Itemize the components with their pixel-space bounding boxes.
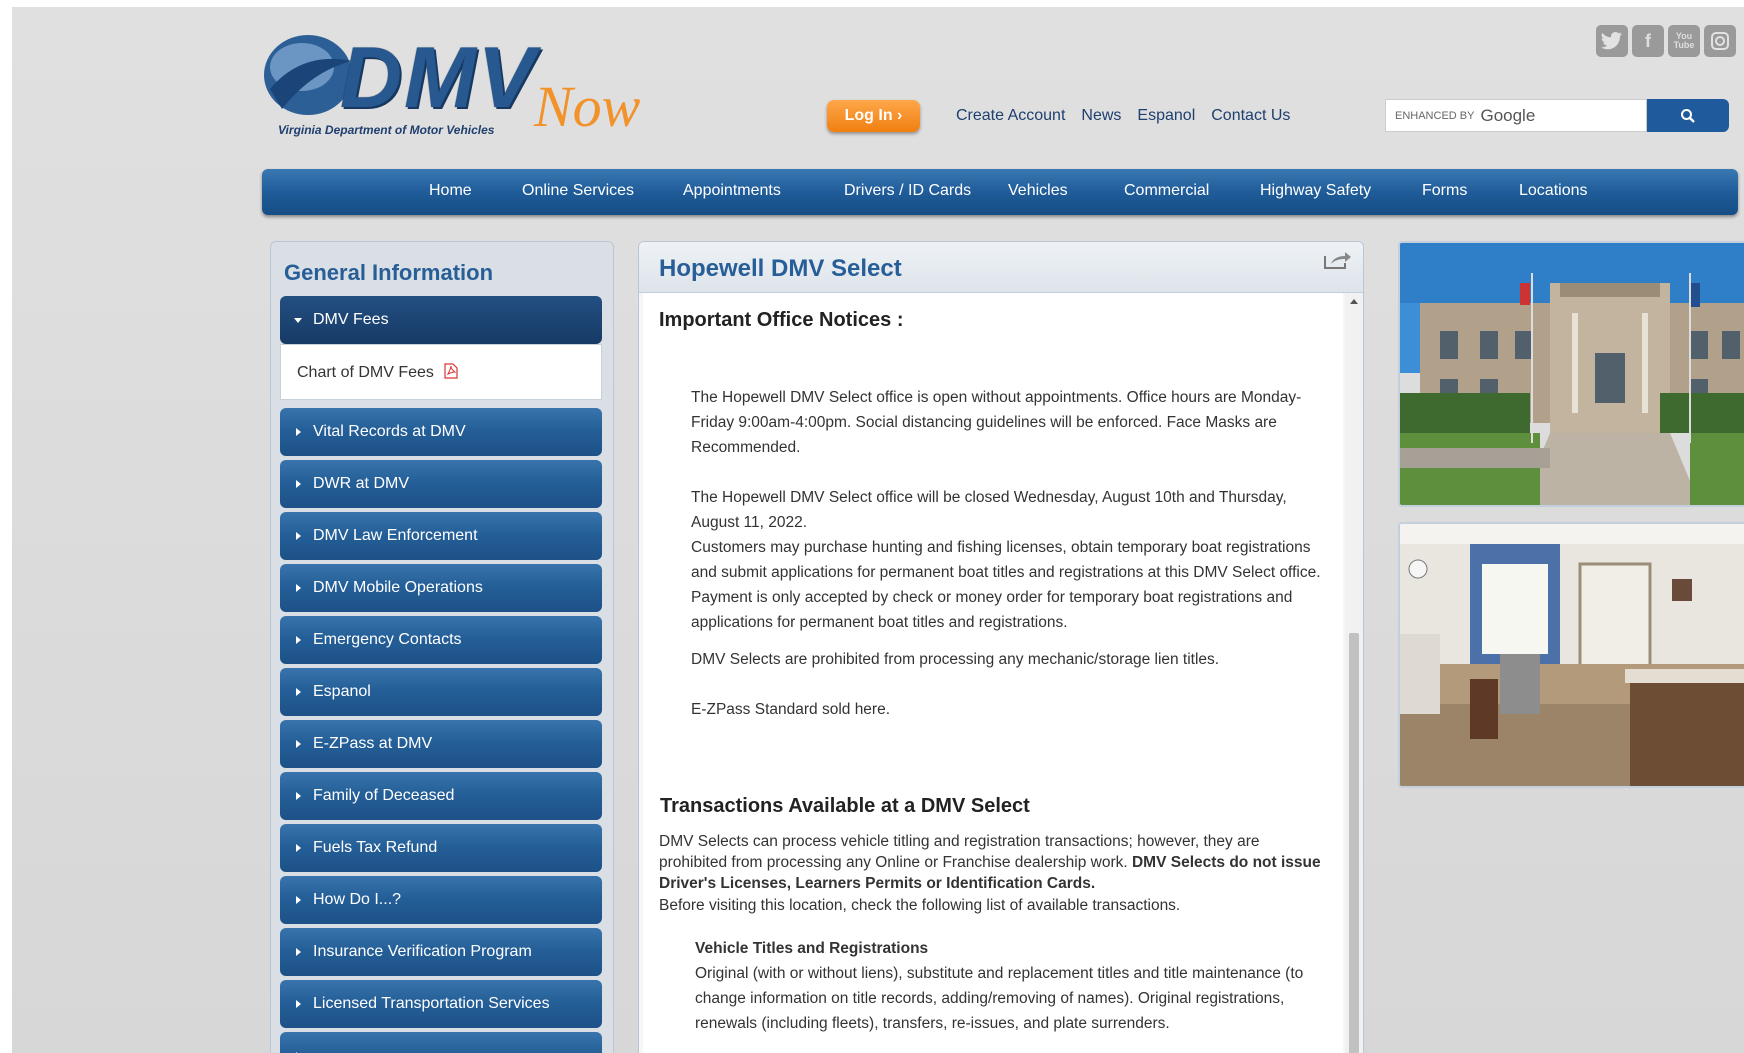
create-account-link[interactable]: Create Account (956, 107, 1065, 125)
sidebar-item-emergency-contacts[interactable]: Emergency Contacts (280, 616, 602, 664)
notices-heading: Important Office Notices : (659, 309, 904, 331)
google-label: Google (1480, 105, 1536, 125)
nav-online-services[interactable]: Online Services (522, 182, 634, 200)
content-scroll-area[interactable]: Important Office Notices : The Hopewell … (643, 293, 1343, 1053)
sidebar-item-dwr[interactable]: DWR at DMV (280, 460, 602, 508)
sidebar-item-insurance-verification[interactable]: Insurance Verification Program (280, 928, 602, 976)
sidebar-item-mobile-operations[interactable]: DMV Mobile Operations (280, 564, 602, 612)
dmv-now-logo[interactable]: DMV Now Virginia Department of Motor Veh… (262, 25, 642, 145)
logo-now-text: Now (534, 74, 641, 139)
top-links: Create Account News Espanol Contact Us (956, 107, 1290, 125)
sidebar-heading: General Information (284, 260, 494, 285)
news-link[interactable]: News (1081, 107, 1121, 125)
scroll-up-arrow-icon[interactable] (1350, 299, 1358, 304)
building-exterior-photo (1398, 241, 1744, 507)
office-interior-photo (1398, 522, 1744, 788)
panel-header: Hopewell DMV Select (639, 242, 1363, 293)
logo-tagline: Virginia Department of Motor Vehicles (278, 123, 495, 137)
login-button[interactable]: Log In › (827, 100, 920, 132)
sidebar-item-partial[interactable] (280, 1032, 602, 1053)
nav-commercial[interactable]: Commercial (1124, 182, 1209, 200)
notice-closure: The Hopewell DMV Select office will be c… (691, 489, 1287, 531)
social-links: f You Tube (1596, 25, 1736, 57)
logo-dmv-text: DMV (340, 30, 538, 126)
notice-ezpass: E-ZPass Standard sold here. (691, 701, 891, 718)
notice-lien-titles: DMV Selects are prohibited from processi… (691, 651, 1220, 668)
enhanced-by-label: ENHANCED BY (1395, 109, 1475, 122)
nav-home[interactable]: Home (429, 182, 472, 200)
transactions-heading: Transactions Available at a DMV Select (660, 795, 1030, 817)
sidebar-item-law-enforcement[interactable]: DMV Law Enforcement (280, 512, 602, 560)
notice-boat-registrations: Customers may purchase hunting and fishi… (691, 539, 1321, 631)
espanol-link[interactable]: Espanol (1137, 107, 1195, 125)
nav-forms[interactable]: Forms (1422, 182, 1467, 200)
page-background: DMV Now Virginia Department of Motor Veh… (12, 7, 1744, 1053)
nav-locations[interactable]: Locations (1519, 182, 1588, 200)
sidebar: General Information DMV Fees Chart of DM… (270, 241, 614, 1053)
sidebar-item-espanol[interactable]: Espanol (280, 668, 602, 716)
pdf-icon (444, 363, 458, 379)
site-search: ENHANCED BY Google (1385, 99, 1731, 134)
facebook-icon[interactable]: f (1632, 25, 1664, 57)
sidebar-item-dmv-fees[interactable]: DMV Fees (280, 296, 602, 344)
main-nav: Home Online Services Appointments Driver… (262, 169, 1738, 215)
sidebar-item-licensed-transportation[interactable]: Licensed Transportation Services (280, 980, 602, 1028)
sidebar-subitem-chart-of-fees[interactable]: Chart of DMV Fees (280, 344, 602, 400)
share-icon[interactable] (1323, 250, 1353, 270)
sidebar-item-how-do-i[interactable]: How Do I...? (280, 876, 602, 924)
vtr-heading: Vehicle Titles and Registrations (695, 940, 929, 957)
contact-us-link[interactable]: Contact Us (1211, 107, 1290, 125)
page-title: Hopewell DMV Select (659, 255, 902, 282)
nav-appointments[interactable]: Appointments (683, 182, 781, 200)
notice-hours: The Hopewell DMV Select office is open w… (691, 389, 1302, 456)
search-input[interactable]: ENHANCED BY Google (1385, 99, 1647, 132)
sidebar-item-vital-records[interactable]: Vital Records at DMV (280, 408, 602, 456)
twitter-icon[interactable] (1596, 25, 1628, 57)
sidebar-item-fuels-tax-refund[interactable]: Fuels Tax Refund (280, 824, 602, 872)
nav-highway-safety[interactable]: Highway Safety (1260, 182, 1371, 200)
nav-vehicles[interactable]: Vehicles (1008, 182, 1068, 200)
before-visiting-text: Before visiting this location, check the… (659, 897, 1181, 914)
sidebar-item-ezpass[interactable]: E-ZPass at DMV (280, 720, 602, 768)
sidebar-item-family-of-deceased[interactable]: Family of Deceased (280, 772, 602, 820)
scrollbar-thumb[interactable] (1349, 633, 1359, 1053)
content-panel: Hopewell DMV Select Important Office Not… (638, 241, 1364, 1053)
search-button[interactable] (1647, 99, 1729, 132)
instagram-icon[interactable] (1704, 25, 1736, 57)
vtr-text: Original (with or without liens), substi… (695, 965, 1304, 1032)
transactions-intro: DMV Selects can process vehicle titling … (659, 831, 1329, 894)
content-scrollbar[interactable] (1345, 293, 1363, 1053)
search-icon (1681, 108, 1695, 123)
chart-of-fees-link[interactable]: Chart of DMV Fees (297, 364, 434, 381)
youtube-icon[interactable]: You Tube (1668, 25, 1700, 57)
nav-drivers-id-cards[interactable]: Drivers / ID Cards (844, 182, 971, 200)
